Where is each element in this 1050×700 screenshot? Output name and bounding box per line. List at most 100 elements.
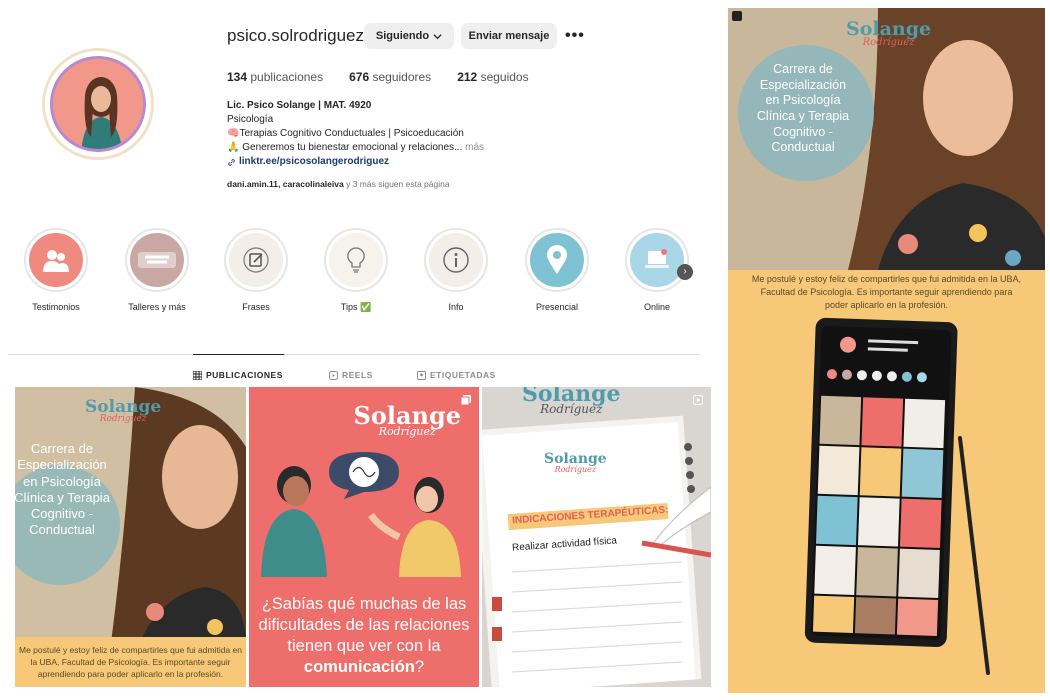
post-2-text-end: ? (414, 658, 425, 676)
people-icon (43, 250, 69, 272)
post-2-text-line-2: dificultades de las relaciones (258, 616, 470, 634)
highlight-ring (24, 228, 88, 292)
tab-publicaciones[interactable]: PUBLICACIONES (193, 370, 283, 380)
following-button[interactable]: Siguiendo (364, 23, 454, 49)
highlight-ring (324, 228, 388, 292)
tab-label: REELS (342, 370, 373, 380)
post-2-text-line-1: ¿Sabías qué muchas de las (261, 595, 467, 613)
bio-line-1: 🧠Terapias Cognitivo Conductuales | Psico… (227, 128, 464, 139)
stat-followers-count: 676 (349, 70, 370, 84)
stat-followers-label: seguidores (372, 70, 432, 84)
highlight-label: Presencial (535, 302, 579, 312)
post-1-overlay-text: Carrera de Especialización en Psicología… (15, 441, 110, 538)
highlight-ring (525, 228, 589, 292)
link-icon (228, 158, 235, 166)
highlight-tips[interactable]: Tips ✅ (316, 228, 396, 313)
highlight-label: Testimonios (32, 302, 80, 312)
tab-etiquetadas[interactable]: ETIQUETADAS (417, 370, 496, 380)
expanded-post-logo: Solange Rodríguez (846, 18, 931, 48)
highlight-info[interactable]: Info (416, 228, 496, 312)
stat-posts-count: 134 (227, 70, 248, 84)
chevron-right-icon[interactable]: › (677, 264, 693, 280)
post-tile-2[interactable]: Solange Rodríguez ¿Sabías qué muchas de … (249, 387, 479, 687)
expanded-post-caption: Me postulé y estoy feliz de compartirles… (751, 274, 1022, 310)
highlight-cover (429, 233, 483, 287)
laptop-icon (645, 249, 669, 268)
stat-posts-label: publicaciones (250, 70, 324, 84)
highlight-frases[interactable]: Frases (216, 228, 296, 312)
highlight-cover (229, 233, 283, 287)
post-2-logo: Solange Rodríguez (353, 401, 461, 438)
send-message-button[interactable]: Enviar mensaje (461, 23, 557, 49)
post-3-top-logo: Solange Rodríguez (522, 387, 621, 416)
tab-reels[interactable]: REELS (329, 370, 373, 380)
avatar-photo (50, 56, 146, 152)
active-tab-indicator (193, 354, 284, 355)
tab-label: PUBLICACIONES (206, 370, 283, 380)
post-badge-icon (732, 11, 742, 21)
stat-following[interactable]: 212 seguidos (457, 70, 528, 84)
expanded-post-overlay-text: Carrera de Especialización en Psicología… (756, 62, 850, 155)
chevron-down-icon (433, 33, 442, 39)
bio-line-2: 🙏 Generemos tu bienestar emocional y rel… (227, 142, 463, 153)
highlight-label: Info (448, 302, 464, 312)
highlight-label: Tips ✅ (340, 302, 372, 312)
lightbulb-icon (347, 247, 365, 273)
post-tile-1[interactable]: Solange Rodríguez Carrera de Especializa… (15, 387, 246, 687)
highlight-presencial[interactable]: Presencial (517, 228, 597, 312)
highlight-cover (130, 233, 184, 287)
avatar-illustration (53, 59, 143, 149)
tab-label: ETIQUETADAS (430, 370, 496, 380)
highlight-ring (625, 228, 689, 292)
post-2-text: ¿Sabías qué muchas de las dificultades d… (249, 594, 479, 678)
highlight-label: Online (643, 302, 670, 312)
highlight-cover (630, 233, 684, 287)
highlight-ring (424, 228, 488, 292)
profile-stats: 134 publicaciones 676 seguidores 212 seg… (227, 70, 529, 84)
location-pin-icon (547, 245, 567, 274)
highlight-testimonios[interactable]: Testimonios (16, 228, 96, 312)
grid-icon (193, 370, 202, 380)
highlight-cover (329, 233, 383, 287)
carousel-icon (461, 395, 471, 405)
profile-username: psico.solrodriguez (227, 26, 365, 45)
reels-icon (329, 370, 338, 380)
highlight-cover (29, 233, 83, 287)
highlight-label: Frases (242, 302, 270, 312)
highlight-label: Talleres y más (128, 302, 186, 312)
stat-followers[interactable]: 676 seguidores (349, 70, 431, 84)
expanded-post[interactable]: Solange Rodríguez Carrera de Especializa… (728, 8, 1045, 693)
more-options-icon[interactable]: ••• (565, 27, 585, 45)
tagged-icon (417, 370, 426, 380)
bio-more-link[interactable]: más (465, 142, 484, 153)
highlight-cover (530, 233, 584, 287)
post-2-text-bold: comunicación (303, 658, 415, 676)
profile-bio: Lic. Psico Solange | MAT. 4920 Psicologí… (227, 99, 484, 169)
following-label: Siguiendo (375, 30, 430, 42)
send-message-label: Enviar mensaje (468, 30, 550, 42)
instagram-profile-page: psico.solrodriguez Siguiendo Enviar mens… (0, 0, 1050, 700)
stat-posts[interactable]: 134 publicaciones (227, 70, 323, 84)
talks-badge-icon (138, 252, 176, 268)
followed-by-names: dani.amin.11, caracolinaleiva (227, 179, 344, 189)
reel-icon (693, 395, 703, 405)
stat-following-label: seguidos (480, 70, 529, 84)
bio-category: Psicología (227, 114, 274, 125)
post-tile-3[interactable]: Solange Rodríguez Solange Rodríguez INDI… (482, 387, 711, 687)
post-1-caption: Me postulé y estoy feliz de compartirles… (19, 645, 243, 679)
highlight-ring (224, 228, 288, 292)
highlight-talleres[interactable]: Talleres y más (117, 228, 197, 312)
post-2-text-line-3: tienen que ver con la (287, 637, 441, 655)
post-1-logo: Solange Rodríguez (85, 397, 161, 424)
followed-by-rest: y 3 más siguen esta página (346, 179, 450, 189)
post-3-logo: Solange Rodríguez (544, 451, 607, 474)
highlight-ring (125, 228, 189, 292)
profile-avatar[interactable] (42, 48, 154, 160)
tabs-divider (8, 354, 700, 355)
bio-external-link[interactable]: linktr.ee/psicosolangerodriguez (239, 155, 389, 169)
info-icon (443, 247, 469, 273)
stat-following-count: 212 (457, 70, 478, 84)
bio-name: Lic. Psico Solange | MAT. 4920 (227, 100, 372, 111)
followed-by[interactable]: dani.amin.11, caracolinaleiva y 3 más si… (227, 179, 450, 189)
edit-note-icon (243, 247, 269, 273)
